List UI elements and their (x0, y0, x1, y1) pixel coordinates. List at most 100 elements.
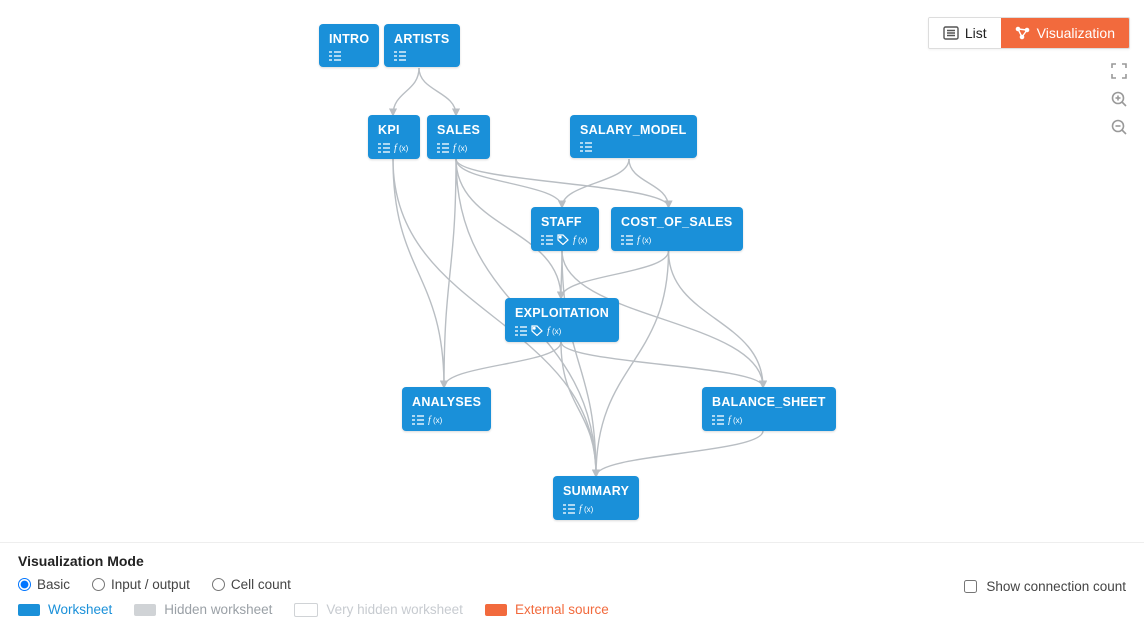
legend: Worksheet Hidden worksheet Very hidden wor… (18, 602, 1126, 617)
svg-text:(x): (x) (433, 416, 443, 425)
legend-external-label: External source (515, 602, 609, 617)
edge-cost_of_sales-balance_sheet (669, 251, 764, 387)
node-icons (394, 51, 450, 61)
node-title: ARTISTS (394, 32, 450, 46)
edge-artists-sales (419, 68, 456, 115)
svg-text:(x): (x) (552, 327, 562, 336)
viz-mode-title: Visualization Mode (18, 553, 1126, 569)
edge-exploitation-analyses (444, 342, 561, 387)
mode-basic-label: Basic (37, 577, 70, 592)
node-kpi[interactable]: KPI f(x) (368, 115, 420, 159)
node-balance_sheet[interactable]: BALANCE_SHEETf(x) (702, 387, 836, 431)
graph-canvas[interactable]: INTROARTISTSKPIf(x)SALESf(x)SALARY_MODEL… (0, 0, 1144, 536)
list-icon (541, 235, 553, 245)
node-cost_of_sales[interactable]: COST_OF_SALESf(x) (611, 207, 743, 251)
node-exploitation[interactable]: EXPLOITATION f(x) (505, 298, 619, 342)
node-title: SALARY_MODEL (580, 123, 687, 137)
svg-text:f: f (728, 415, 732, 425)
node-staff[interactable]: STAFF f(x) (531, 207, 599, 251)
legend-veryhidden-swatch (294, 603, 318, 617)
node-icons: f(x) (563, 503, 629, 514)
node-sales[interactable]: SALES f(x) (427, 115, 490, 159)
list-icon (329, 51, 341, 61)
fx-icon: f(x) (573, 234, 589, 245)
tag-icon (557, 234, 569, 245)
edge-kpi-analyses (393, 159, 444, 387)
legend-veryhidden: Very hidden worksheet (294, 602, 463, 617)
list-icon (621, 235, 633, 245)
node-icons: f(x) (437, 142, 480, 153)
node-salary_model[interactable]: SALARY_MODEL (570, 115, 697, 158)
show-connection-count-input[interactable] (964, 580, 977, 593)
mode-cell-radio[interactable] (212, 578, 225, 591)
fx-icon: f(x) (428, 414, 444, 425)
legend-hidden-swatch (134, 604, 156, 616)
node-icons (329, 51, 369, 61)
legend-worksheet-swatch (18, 604, 40, 616)
edge-sales-cost_of_sales (456, 159, 669, 207)
node-title: KPI (378, 123, 410, 137)
edge-cost_of_sales-summary (596, 251, 669, 476)
edge-staff-exploitation (561, 251, 562, 298)
svg-text:(x): (x) (733, 416, 743, 425)
edge-salary_model-staff (562, 159, 629, 207)
legend-external: External source (485, 602, 609, 617)
node-icons (580, 142, 687, 152)
svg-text:f: f (428, 415, 432, 425)
legend-worksheet: Worksheet (18, 602, 112, 617)
node-title: EXPLOITATION (515, 306, 609, 320)
list-icon (563, 504, 575, 514)
svg-text:(x): (x) (578, 236, 588, 245)
list-icon (394, 51, 406, 61)
legend-worksheet-label: Worksheet (48, 602, 112, 617)
edge-staff-summary (562, 251, 596, 476)
mode-cell-label: Cell count (231, 577, 291, 592)
node-artists[interactable]: ARTISTS (384, 24, 460, 67)
node-title: SALES (437, 123, 480, 137)
fx-icon: f(x) (394, 142, 410, 153)
legend-hidden-label: Hidden worksheet (164, 602, 272, 617)
fx-icon: f(x) (728, 414, 744, 425)
show-connection-count-checkbox[interactable]: Show connection count (960, 577, 1126, 596)
legend-hidden: Hidden worksheet (134, 602, 272, 617)
svg-text:f: f (579, 504, 583, 514)
svg-text:(x): (x) (642, 236, 652, 245)
legend-external-swatch (485, 604, 507, 616)
node-title: BALANCE_SHEET (712, 395, 826, 409)
node-title: COST_OF_SALES (621, 215, 733, 229)
fx-icon: f(x) (637, 234, 653, 245)
svg-text:(x): (x) (458, 144, 468, 153)
fx-icon: f(x) (579, 503, 595, 514)
mode-basic[interactable]: Basic (18, 577, 70, 592)
list-icon (580, 142, 592, 152)
node-icons: f(x) (378, 142, 410, 153)
node-title: SUMMARY (563, 484, 629, 498)
edge-exploitation-summary (561, 342, 596, 476)
mode-cell[interactable]: Cell count (212, 577, 291, 592)
edge-balance_sheet-summary (596, 431, 763, 476)
list-icon (515, 326, 527, 336)
edge-sales-staff (456, 159, 562, 207)
fx-icon: f(x) (453, 142, 469, 153)
svg-text:f: f (547, 326, 551, 336)
mode-io-label: Input / output (111, 577, 190, 592)
svg-text:f: f (394, 143, 398, 153)
svg-text:f: f (453, 143, 457, 153)
edge-artists-kpi (393, 68, 419, 115)
mode-io[interactable]: Input / output (92, 577, 190, 592)
svg-text:f: f (573, 235, 577, 245)
svg-text:(x): (x) (584, 505, 594, 514)
edge-exploitation-balance_sheet (561, 342, 763, 387)
tag-icon (531, 325, 543, 336)
node-title: STAFF (541, 215, 589, 229)
svg-text:(x): (x) (399, 144, 409, 153)
footer-panel: Visualization Mode Basic Input / output Ce… (0, 542, 1144, 629)
node-analyses[interactable]: ANALYSESf(x) (402, 387, 491, 431)
svg-text:f: f (637, 235, 641, 245)
node-intro[interactable]: INTRO (319, 24, 379, 67)
node-summary[interactable]: SUMMARY f(x) (553, 476, 639, 520)
mode-io-radio[interactable] (92, 578, 105, 591)
mode-basic-radio[interactable] (18, 578, 31, 591)
node-icons: f(x) (515, 325, 609, 336)
node-icons: f(x) (621, 234, 733, 245)
